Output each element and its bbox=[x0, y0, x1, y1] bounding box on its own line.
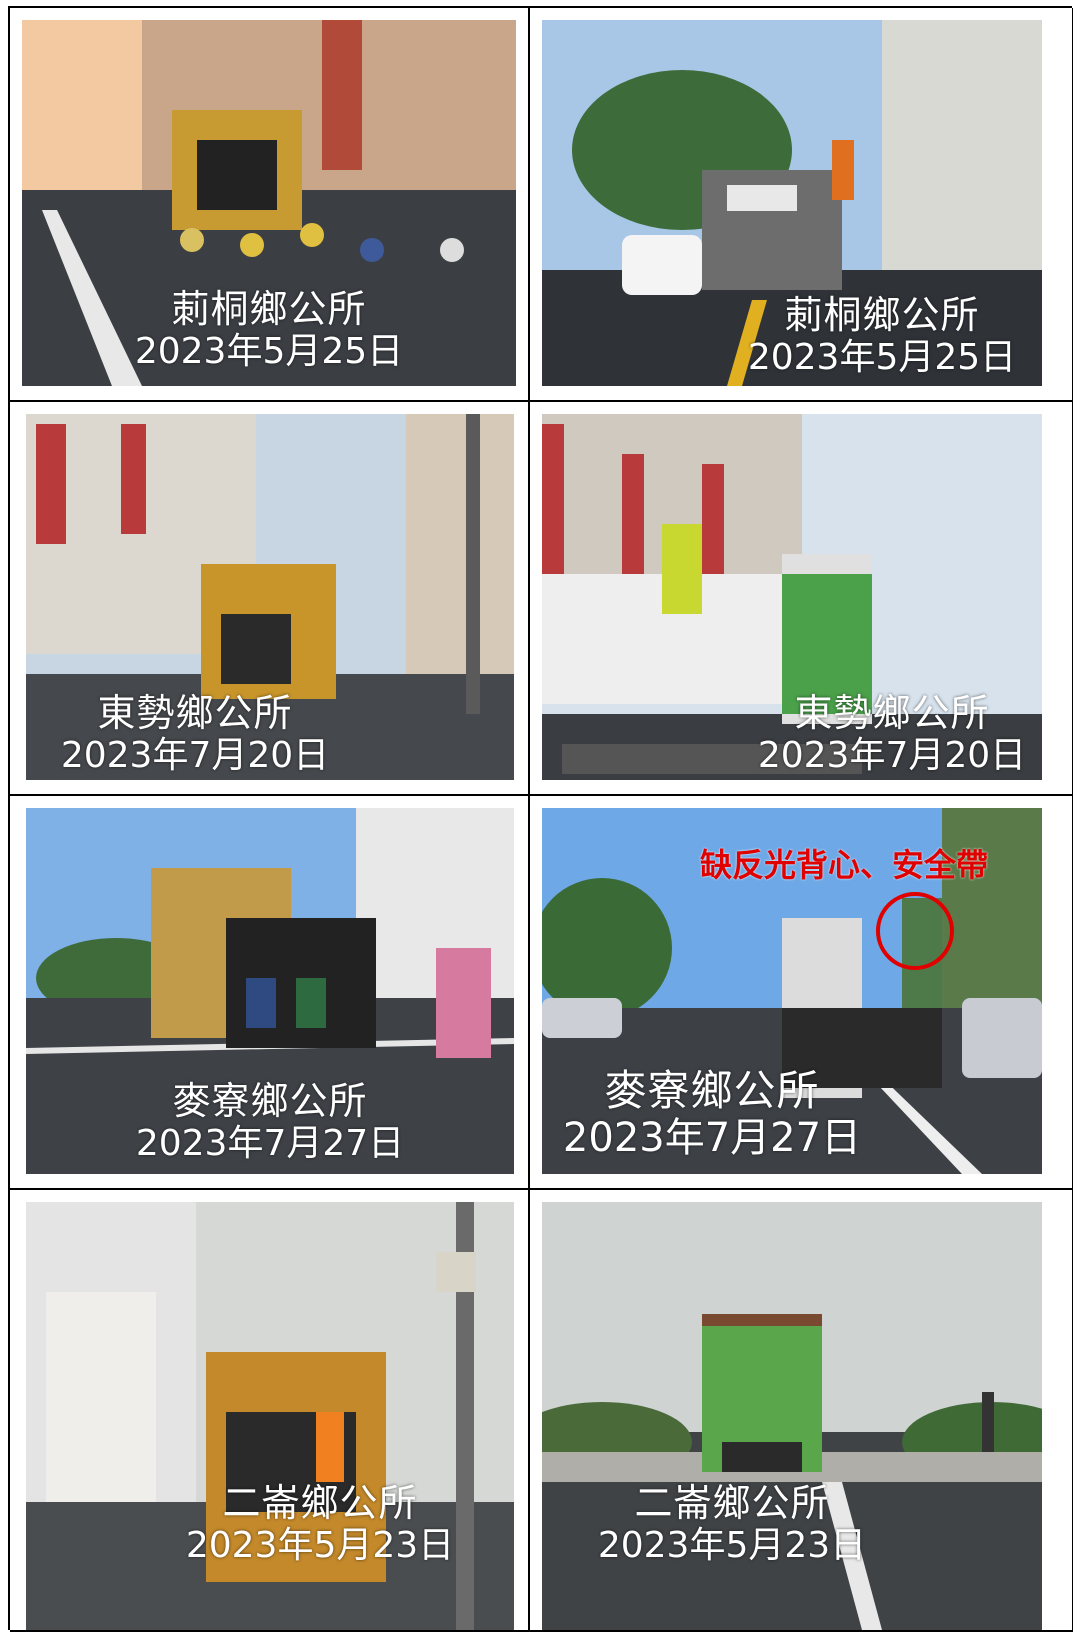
office-name: 莿桐鄉公所 bbox=[784, 293, 980, 337]
office-name: 二崙鄉公所 bbox=[634, 1481, 830, 1525]
photo: 東勢鄉公所 2023年7月20日 bbox=[26, 414, 514, 780]
photo: 缺反光背心、安全帶 麥寮鄉公所 2023年7月27日 bbox=[542, 808, 1042, 1174]
photo: 莿桐鄉公所 2023年5月25日 bbox=[22, 20, 516, 386]
table-cell: 莿桐鄉公所 2023年5月25日 bbox=[530, 8, 1073, 402]
caption: 二崙鄉公所 2023年5月23日 bbox=[542, 1484, 922, 1564]
photo-date: 2023年5月25日 bbox=[747, 337, 1017, 378]
photo-date: 2023年7月27日 bbox=[135, 1123, 405, 1164]
photo-date: 2023年7月20日 bbox=[757, 735, 1027, 776]
caption: 東勢鄉公所 2023年7月20日 bbox=[26, 694, 364, 774]
caption: 麥寮鄉公所 2023年7月27日 bbox=[26, 1082, 514, 1162]
photo-date: 2023年5月23日 bbox=[597, 1525, 867, 1566]
photo: 二崙鄉公所 2023年5月23日 bbox=[26, 1202, 514, 1630]
caption: 東勢鄉公所 2023年7月20日 bbox=[742, 694, 1042, 774]
table-cell: 麥寮鄉公所 2023年7月27日 bbox=[10, 796, 530, 1190]
caption: 二崙鄉公所 2023年5月23日 bbox=[126, 1484, 514, 1564]
photo: 莿桐鄉公所 2023年5月25日 bbox=[542, 20, 1042, 386]
table-cell: 二崙鄉公所 2023年5月23日 bbox=[10, 1190, 530, 1632]
table-cell: 東勢鄉公所 2023年7月20日 bbox=[530, 402, 1073, 796]
office-name: 二崙鄉公所 bbox=[222, 1481, 418, 1525]
table-cell: 莿桐鄉公所 2023年5月25日 bbox=[10, 8, 530, 402]
photo-date: 2023年7月27日 bbox=[562, 1115, 862, 1161]
caption: 莿桐鄉公所 2023年5月25日 bbox=[22, 290, 516, 370]
office-name: 麥寮鄉公所 bbox=[172, 1079, 368, 1123]
caption: 麥寮鄉公所 2023年7月27日 bbox=[542, 1066, 882, 1161]
photo-date: 2023年7月20日 bbox=[60, 735, 330, 776]
photo: 二崙鄉公所 2023年5月23日 bbox=[542, 1202, 1042, 1630]
table-cell: 缺反光背心、安全帶 麥寮鄉公所 2023年7月27日 bbox=[530, 796, 1073, 1190]
photo-date: 2023年5月23日 bbox=[185, 1525, 455, 1566]
office-name: 莿桐鄉公所 bbox=[171, 287, 367, 331]
table-cell: 東勢鄉公所 2023年7月20日 bbox=[10, 402, 530, 796]
photo: 東勢鄉公所 2023年7月20日 bbox=[542, 414, 1042, 780]
caption: 莿桐鄉公所 2023年5月25日 bbox=[722, 296, 1042, 376]
highlight-circle bbox=[876, 892, 954, 970]
office-name: 麥寮鄉公所 bbox=[604, 1066, 820, 1115]
photo: 麥寮鄉公所 2023年7月27日 bbox=[26, 808, 514, 1174]
photo-date: 2023年5月25日 bbox=[134, 331, 404, 372]
photo-table: 莿桐鄉公所 2023年5月25日 莿桐鄉公所 2023年5月25日 東勢鄉公所 … bbox=[8, 6, 1073, 1632]
office-name: 東勢鄉公所 bbox=[794, 691, 990, 735]
office-name: 東勢鄉公所 bbox=[97, 691, 293, 735]
table-cell: 二崙鄉公所 2023年5月23日 bbox=[530, 1190, 1073, 1632]
safety-annotation: 缺反光背心、安全帶 bbox=[700, 846, 989, 884]
